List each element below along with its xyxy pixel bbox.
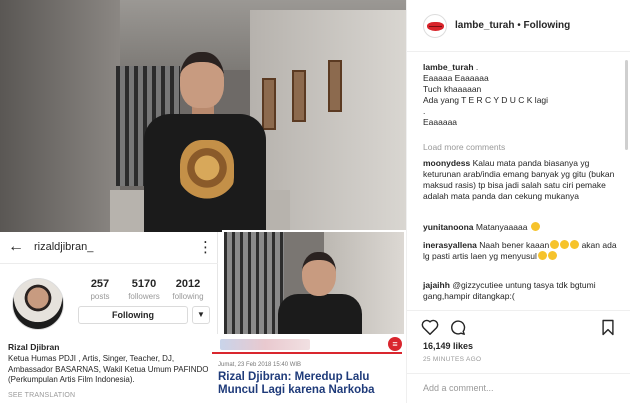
load-more-comments[interactable]: Load more comments	[423, 142, 505, 152]
post-media[interactable]: ← rizaldjibran_ ⋮ 257 posts 5170 followe…	[0, 0, 406, 403]
emoji-icon	[570, 240, 580, 249]
video-frame-inset	[222, 230, 406, 336]
emoji-icon	[530, 222, 540, 231]
post-caption: lambe_turah . Eaaaaa Eaaaaaa Tuch khaaaa…	[423, 62, 619, 128]
comment-item: inerasyallena Naah bener kaaan akan ada …	[423, 240, 619, 262]
news-header-bar: ≡	[212, 336, 402, 354]
stat-posts: 257 posts	[78, 278, 122, 301]
comment-username[interactable]: inerasyallena	[423, 240, 477, 250]
leopard-print	[180, 140, 234, 202]
post-timestamp: 25 MINUTES AGO	[423, 356, 482, 363]
profile-top-bar: ← rizaldjibran_ ⋮	[0, 232, 218, 264]
person-head	[180, 52, 224, 108]
stat-label: following	[172, 292, 204, 301]
emoji-icon	[547, 251, 557, 260]
stat-number: 257	[90, 278, 110, 290]
comments-list[interactable]: lambe_turah . Eaaaaa Eaaaaaa Tuch khaaaa…	[407, 52, 630, 310]
more-options-icon[interactable]: ⋮	[198, 238, 213, 256]
news-card: ≡ Jumat, 23 Feb 2018 15:40 WIB Rizal Dji…	[208, 334, 406, 403]
person-torso	[144, 114, 266, 232]
inset-person-head	[302, 252, 336, 296]
caption-line: .	[423, 106, 426, 116]
comment-icon[interactable]	[449, 319, 466, 341]
add-comment-box	[407, 373, 630, 403]
author-username[interactable]: lambe_turah	[455, 20, 514, 31]
stat-following: 2012 following	[166, 278, 210, 301]
inset-person-torso	[278, 294, 362, 334]
hallway-door	[328, 60, 342, 112]
stat-followers: 5170 followers	[122, 278, 166, 301]
following-status[interactable]: Following	[524, 20, 571, 31]
comment-text: Naah bener kaaan	[479, 240, 550, 250]
caption-suffix: .	[473, 62, 479, 72]
caption-line: Ada yang T E R C Y D U C K lagi	[423, 95, 549, 105]
author-avatar[interactable]	[423, 14, 447, 38]
caption-line: Eaaaaaa	[423, 117, 458, 127]
post-actions: 16,149 likes 25 MINUTES AGO	[407, 310, 630, 403]
comment-username[interactable]: moonydess	[423, 158, 470, 168]
back-arrow-icon[interactable]: ←	[8, 238, 24, 256]
post-sidebar: lambe_turah • Following lambe_turah . Ea…	[406, 0, 630, 403]
hallway-door	[292, 70, 306, 122]
profile-bio: Ketua Humas PDJI , Artis, Singer, Teache…	[8, 354, 209, 384]
blurred-logo	[220, 339, 310, 350]
comment-item: yunitanoona Matanyaaaaa	[423, 222, 619, 233]
author-line: lambe_turah • Following	[455, 20, 570, 31]
news-headline[interactable]: Rizal Djibran: Meredup Lalu Muncul Lagi …	[218, 371, 404, 397]
comments-scrollbar[interactable]	[625, 60, 628, 150]
emoji-icon	[537, 251, 547, 260]
comment-username[interactable]: yunitanoona	[423, 222, 474, 232]
stat-number: 5170	[131, 278, 157, 290]
post-header: lambe_turah • Following	[407, 0, 630, 52]
profile-avatar	[12, 278, 64, 330]
see-translation-link[interactable]: SEE TRANSLATION	[8, 392, 75, 399]
stat-number: 2012	[175, 278, 201, 290]
stat-label: posts	[90, 292, 110, 301]
man-in-leopard-tshirt	[140, 42, 270, 232]
separator-dot: •	[514, 20, 524, 31]
add-comment-input[interactable]	[423, 383, 615, 393]
caption-line: Tuch khaaaaan	[423, 84, 482, 94]
profile-following-button[interactable]: Following	[78, 306, 188, 324]
emoji-icon	[550, 240, 560, 249]
caption-line: Eaaaaa Eaaaaaa	[423, 73, 489, 83]
lips-icon	[427, 22, 444, 31]
inset-barred-gate	[224, 232, 284, 334]
profile-full-name: Rizal Djibran	[8, 342, 60, 352]
news-date: Jumat, 23 Feb 2018 15:40 WIB	[218, 362, 302, 368]
profile-username: rizaldjibran_	[34, 241, 94, 253]
likes-count[interactable]: 16,149 likes	[423, 341, 473, 351]
comment-username[interactable]: jajaihh	[423, 280, 450, 290]
chevron-down-icon[interactable]: ▼	[192, 306, 210, 324]
stat-label: followers	[128, 292, 160, 301]
bookmark-icon[interactable]	[601, 319, 615, 341]
hamburger-menu-icon[interactable]: ≡	[388, 337, 402, 351]
video-frame-main[interactable]	[0, 0, 406, 232]
hallway-left-wall	[0, 0, 120, 232]
comment-text: Matanyaaaaa	[475, 222, 528, 232]
profile-card: ← rizaldjibran_ ⋮ 257 posts 5170 followe…	[0, 232, 218, 403]
caption-username[interactable]: lambe_turah	[423, 62, 474, 72]
heart-icon[interactable]	[421, 319, 439, 340]
comment-item: moonydess Kalau mata panda biasanya yg k…	[423, 158, 619, 202]
comment-item: jajaihh @gizzycutiee untung tasya tdk bg…	[423, 280, 619, 302]
emoji-icon	[560, 240, 570, 249]
